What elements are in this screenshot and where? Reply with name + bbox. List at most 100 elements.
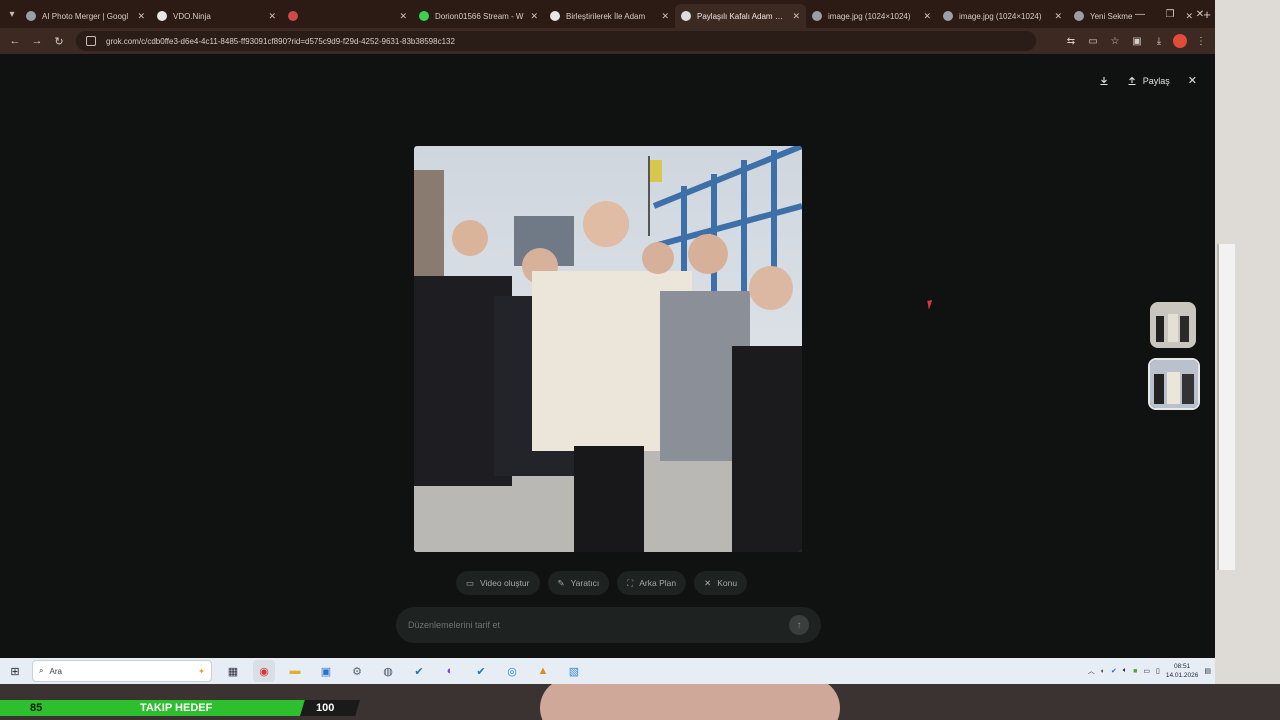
- notifications-icon[interactable]: ▤: [1204, 667, 1211, 675]
- search-icon: ⌕: [39, 666, 44, 675]
- tab-title: Birleştirilerek İle Adam: [566, 11, 646, 21]
- taskbar-search[interactable]: ⌕ Ara ✦: [32, 660, 212, 682]
- app-icon-7[interactable]: ▲: [532, 660, 554, 682]
- browser-tab[interactable]: ✕: [282, 4, 413, 28]
- volume-icon[interactable]: 🔈︎: [1123, 667, 1127, 675]
- tab-favicon-icon: [1074, 11, 1084, 21]
- browser-tab[interactable]: VDO.Ninja ✕: [151, 4, 282, 28]
- translate-icon[interactable]: ⇆: [1063, 33, 1079, 49]
- tab-close-icon[interactable]: ✕: [399, 11, 407, 22]
- close-window-icon[interactable]: ✕: [1185, 0, 1215, 28]
- app-icon-5[interactable]: ✔: [470, 660, 492, 682]
- downloads-icon[interactable]: ⤓: [1151, 33, 1167, 49]
- tray-app-icon[interactable]: ◐: [1101, 668, 1105, 675]
- wall-frame: [1217, 244, 1235, 570]
- browser-tab[interactable]: Birleştirilerek İle Adam ✕: [544, 4, 675, 28]
- menu-kebab-icon[interactable]: ⋮: [1193, 33, 1209, 49]
- tab-close-icon[interactable]: ✕: [923, 11, 931, 22]
- tab-close-icon[interactable]: ✕: [268, 11, 276, 22]
- tab-favicon-icon: [681, 11, 691, 21]
- suggestion-chip-label: Yaratıcı: [570, 578, 600, 588]
- reload-icon[interactable]: ↻: [48, 30, 70, 52]
- thumbnail-image: [1150, 302, 1196, 348]
- file-explorer-icon[interactable]: ▬: [284, 660, 306, 682]
- suggestion-chip[interactable]: ▭ Video oluştur: [456, 571, 540, 595]
- forward-icon[interactable]: →: [26, 30, 48, 52]
- system-tray: ︿ ◐ ✔ 🔈︎ ■ ▭ ▯ 08:51 14.01.2026 ▤: [1088, 658, 1211, 684]
- battery-icon[interactable]: ▯: [1156, 667, 1160, 675]
- windows-start-icon[interactable]: ⊞: [0, 658, 30, 684]
- back-icon[interactable]: ←: [4, 30, 26, 52]
- share-button[interactable]: Paylaş: [1127, 76, 1170, 86]
- address-bar[interactable]: grok.com/c/cdb0ffe3-d6e4-4c11-8485-ff930…: [76, 31, 1036, 51]
- cast-icon[interactable]: ▭: [1085, 33, 1101, 49]
- tab-close-icon[interactable]: ✕: [530, 11, 538, 22]
- thumbnail-1[interactable]: [1150, 302, 1196, 348]
- url-text: grok.com/c/cdb0ffe3-d6e4-4c11-8485-ff930…: [106, 36, 455, 46]
- download-button[interactable]: [1099, 76, 1109, 86]
- share-label: Paylaş: [1142, 75, 1170, 86]
- store-icon[interactable]: ▣: [315, 660, 337, 682]
- sparkle-icon: ✎: [557, 577, 565, 588]
- nvidia-icon[interactable]: ■: [1133, 668, 1137, 675]
- image-icon: ⛶: [627, 577, 634, 588]
- suggestion-chip[interactable]: ⛶ Arka Plan: [617, 571, 687, 595]
- tab-title: Dorion01566 Stream - W: [435, 11, 524, 21]
- suggestion-chip[interactable]: ✎ Yaratıcı: [547, 571, 610, 595]
- tab-close-icon[interactable]: ✕: [1054, 11, 1062, 22]
- follow-goal-bar: 85 TAKIP HEDEF 100: [0, 700, 360, 716]
- send-button[interactable]: ↑: [789, 615, 809, 635]
- video-icon: ▭: [466, 577, 475, 588]
- extensions-icon[interactable]: ▣: [1129, 33, 1145, 49]
- profile-avatar[interactable]: [1173, 34, 1187, 48]
- tab-title: AI Photo Merger | Googl: [42, 11, 129, 21]
- app-icon-8[interactable]: ▧: [563, 660, 585, 682]
- image-viewer: Paylaş ✕ ▭ Video oluştur ✎ Yaratıcı ⛶ Ar…: [0, 54, 1215, 658]
- app-icon-6[interactable]: ◎: [501, 660, 523, 682]
- tab-favicon-icon: [157, 11, 167, 21]
- task-view-icon[interactable]: ▦: [222, 660, 244, 682]
- chrome-icon[interactable]: ◉: [253, 660, 275, 682]
- app-icon-3[interactable]: ✔: [408, 660, 430, 682]
- network-icon[interactable]: ▭: [1143, 667, 1150, 675]
- tab-close-icon[interactable]: ✕: [661, 11, 669, 22]
- suggestion-chip[interactable]: ✕ Konu: [694, 571, 748, 595]
- tab-search-icon[interactable]: ▾: [4, 4, 20, 24]
- check-icon[interactable]: ✔: [1111, 667, 1117, 675]
- webcam-hand: [540, 684, 840, 720]
- site-info-icon[interactable]: [86, 36, 96, 46]
- browser-tab[interactable]: AI Photo Merger | Googl ✕: [20, 4, 151, 28]
- thumbnail-2-selected[interactable]: [1148, 358, 1200, 410]
- chevron-up-icon[interactable]: ︿: [1088, 666, 1095, 676]
- toolbar-actions: ⇆ ▭ ☆ ▣ ⤓ ⋮: [1063, 31, 1209, 51]
- tab-title: Paylaşılı Kafalı Adam Kazı: [697, 11, 787, 21]
- browser-tab[interactable]: Dorion01566 Stream - W ✕: [413, 4, 544, 28]
- browser-tab[interactable]: image.jpg (1024×1024) ✕: [806, 4, 937, 28]
- suggestion-chip-label: Arka Plan: [639, 578, 677, 588]
- browser-tab[interactable]: image.jpg (1024×1024) ✕: [937, 4, 1068, 28]
- screen: ▾ AI Photo Merger | Googl ✕ VDO.Ninja ✕ ✕ Dor…: [0, 0, 1280, 720]
- app-icon-1[interactable]: ⚙: [346, 660, 368, 682]
- taskbar: ⊞ ⌕ Ara ✦ ▦ ◉ ▬ ▣ ⚙ ◍ ✔ ◐ ✔ ◎ ▲ ▧ ︿ ◐ ✔ …: [0, 658, 1215, 684]
- minimize-icon[interactable]: —: [1125, 0, 1155, 28]
- tab-favicon-icon: [812, 11, 822, 21]
- tab-favicon-icon: [419, 11, 429, 21]
- edit-prompt-input[interactable]: [408, 620, 789, 630]
- close-viewer-button[interactable]: ✕: [1188, 74, 1197, 87]
- goal-current: 85: [30, 702, 43, 714]
- close-icon: ✕: [704, 577, 712, 588]
- clock[interactable]: 08:51 14.01.2026: [1166, 662, 1199, 680]
- thumbnail-strip: [1148, 302, 1200, 420]
- viewer-actions: Paylaş ✕: [1099, 74, 1197, 87]
- tab-strip: ▾ AI Photo Merger | Googl ✕ VDO.Ninja ✕ ✕ Dor…: [0, 0, 1215, 28]
- suggestion-chip-label: Konu: [717, 578, 738, 588]
- app-icon-2[interactable]: ◍: [377, 660, 399, 682]
- tab-close-icon[interactable]: ✕: [137, 11, 145, 22]
- generated-photo[interactable]: [414, 146, 802, 552]
- browser-tab[interactable]: Paylaşılı Kafalı Adam Kazı ✕: [675, 4, 806, 28]
- bookmark-star-icon[interactable]: ☆: [1107, 33, 1123, 49]
- clock-date: 14.01.2026: [1165, 672, 1199, 679]
- tab-close-icon[interactable]: ✕: [792, 11, 800, 22]
- app-icon-4[interactable]: ◐: [439, 660, 461, 682]
- maximize-icon[interactable]: ❐: [1155, 0, 1185, 28]
